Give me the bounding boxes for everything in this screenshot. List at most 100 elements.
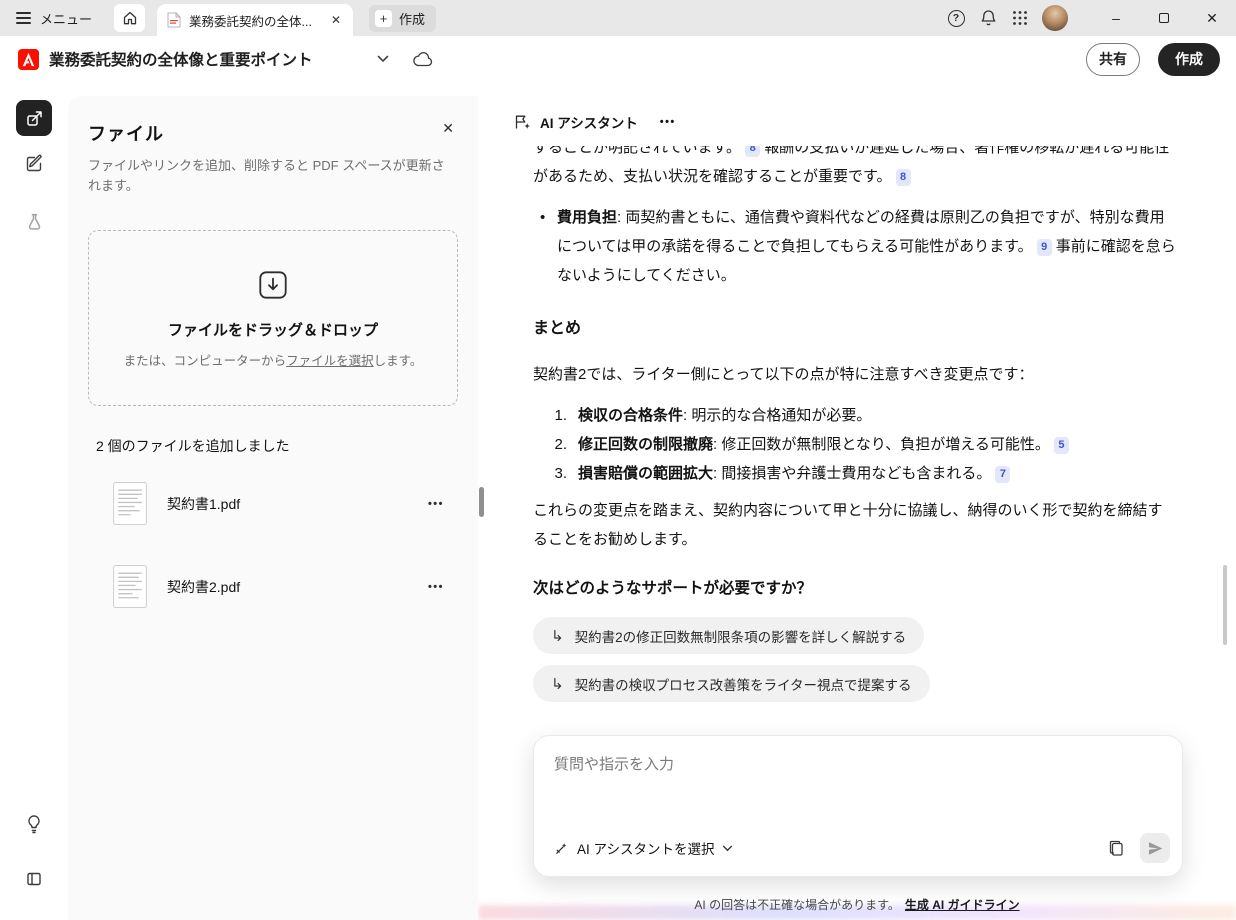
list-text: 検収の合格条件: 明示的な合格通知が必要。 xyxy=(578,401,871,430)
file-dropzone[interactable]: ファイルをドラッグ＆ドロップ または、コンピューターからファイルを選択します。 xyxy=(88,230,458,406)
send-icon xyxy=(1147,840,1164,857)
list-text: 損害賠償の範囲拡大: 間接損害や弁護士費用なども含まれる。7 xyxy=(578,459,1014,488)
main-area: ファイル ✕ ファイルやリンクを追加、削除すると PDF スペースが更新されます… xyxy=(0,82,1236,920)
titlebar: メニュー 業務委託契約の全体... ✕ + 作成 ? xyxy=(0,0,1236,36)
bullet-text: 費用負担: 両契約書ともに、通信費や資料代などの経費は原則乙の負担ですが、特別な… xyxy=(557,203,1176,290)
spaces-icon xyxy=(25,109,44,128)
ai-disclaimer: AI の回答は不正確な場合があります。生成 AI ガイドライン xyxy=(478,896,1236,913)
assistant-selector[interactable]: AI アシスタントを選択 xyxy=(554,838,733,858)
chip-label: 契約書2の修正回数無制限条項の影響を詳しく解説する xyxy=(575,626,907,646)
list-number: 1. xyxy=(533,401,567,430)
guideline-link[interactable]: 生成 AI ガイドライン xyxy=(905,898,1020,912)
files-added-count: 2 個のファイルを追加しました xyxy=(96,436,458,456)
rail-labs-button[interactable] xyxy=(16,203,52,239)
rail-spaces-button[interactable] xyxy=(16,100,52,136)
dropzone-sub-suffix: します。 xyxy=(374,354,423,368)
share-label: 共有 xyxy=(1099,49,1127,69)
list-text: 修正回数の制限撤廃: 修正回数が無制限となり、負担が増える可能性。5 xyxy=(578,430,1073,459)
send-button[interactable] xyxy=(1140,833,1170,863)
followup-heading: 次はどのようなサポートが必要ですか？ xyxy=(533,574,1176,603)
rail-bottom xyxy=(16,806,52,920)
file-row[interactable]: 契約書2.pdf ••• xyxy=(113,565,444,608)
apps-button[interactable] xyxy=(1004,2,1036,34)
list-number: 2. xyxy=(533,430,567,459)
files-panel: ファイル ✕ ファイルやリンクを追加、削除すると PDF スペースが更新されます… xyxy=(68,96,478,920)
suggestion-chip[interactable]: ↳ 契約書2の修正回数無制限条項の影響を詳しく解説する xyxy=(533,617,924,654)
list-number: 3. xyxy=(533,459,567,488)
file-import-icon xyxy=(255,267,291,303)
file-more-icon[interactable]: ••• xyxy=(428,498,444,510)
dropzone-subtitle: または、コンピューターからファイルを選択します。 xyxy=(124,350,423,369)
pdf-thumbnail xyxy=(113,565,147,608)
toolbar-right: 共有 作成 xyxy=(1086,43,1220,76)
tab-close-icon[interactable]: ✕ xyxy=(329,13,343,27)
copy-plus-icon[interactable] xyxy=(1104,836,1128,860)
cloud-save-icon[interactable] xyxy=(411,50,436,69)
prompt-input[interactable] xyxy=(554,756,1162,773)
share-button[interactable]: 共有 xyxy=(1086,43,1140,76)
help-icon: ? xyxy=(948,10,965,27)
choose-file-link[interactable]: ファイルを選択 xyxy=(286,354,374,368)
list-term: 修正回数の制限撤廃 xyxy=(578,436,713,453)
panel-resize-handle[interactable] xyxy=(479,487,484,517)
bell-icon xyxy=(980,9,997,27)
rail-compose-button[interactable] xyxy=(16,145,52,181)
document-tab[interactable]: 業務委託契約の全体... ✕ xyxy=(157,4,353,36)
file-name: 契約書1.pdf xyxy=(167,494,240,514)
files-panel-close-icon[interactable]: ✕ xyxy=(438,120,458,137)
app-window: メニュー 業務委託契約の全体... ✕ + 作成 ? xyxy=(0,0,1236,920)
citation-badge[interactable]: 5 xyxy=(1054,437,1069,454)
file-more-icon[interactable]: ••• xyxy=(428,581,444,593)
window-close-icon: ✕ xyxy=(1206,10,1218,27)
document-tab-title: 業務委託契約の全体... xyxy=(189,11,321,30)
ai-assistant-icon xyxy=(513,113,531,131)
chat-scrollbar[interactable] xyxy=(1223,565,1227,645)
menu-button[interactable]: メニュー xyxy=(12,5,96,32)
response-text: : 間接損害や弁護士費用なども含まれる。 xyxy=(713,465,991,482)
input-card-bottom: AI アシスタントを選択 xyxy=(554,833,1170,863)
ai-model-select-icon xyxy=(554,841,569,856)
response-text: : 修正回数が無制限となり、負担が増える可能性。 xyxy=(713,436,1050,453)
list-item: 1. 検収の合格条件: 明示的な合格通知が必要。 xyxy=(533,401,1176,430)
plus-icon: + xyxy=(375,10,392,27)
list-item: 2. 修正回数の制限撤廃: 修正回数が無制限となり、負担が増える可能性。5 xyxy=(533,430,1176,459)
rail-panel-toggle-button[interactable] xyxy=(16,861,52,897)
acrobat-logo-icon xyxy=(18,49,39,70)
notifications-button[interactable] xyxy=(972,2,1004,34)
apps-grid-icon xyxy=(1012,10,1028,26)
create-tab-label: 作成 xyxy=(399,9,425,28)
file-name: 契約書2.pdf xyxy=(167,577,240,597)
numbered-list: 1. 検収の合格条件: 明示的な合格通知が必要。 2. 修正回数の制限撤廃: 修… xyxy=(533,401,1176,488)
user-avatar[interactable] xyxy=(1042,5,1068,31)
assistant-more-icon[interactable]: ••• xyxy=(660,116,676,128)
document-tab-icon xyxy=(167,12,181,28)
files-panel-header: ファイル ✕ xyxy=(88,120,458,146)
chip-arrow-icon: ↳ xyxy=(551,627,564,645)
home-icon xyxy=(122,10,138,26)
labs-icon xyxy=(25,212,44,231)
window-close-button[interactable]: ✕ xyxy=(1188,0,1236,36)
rail-suggestions-button[interactable] xyxy=(16,806,52,842)
pdf-thumbnail xyxy=(113,482,147,525)
new-tab-create-button[interactable]: + 作成 xyxy=(369,5,436,32)
suggestion-chip[interactable]: ↳ 契約書の検収プロセス改善策をライター視点で提案する xyxy=(533,665,930,702)
citation-badge[interactable]: 7 xyxy=(995,466,1010,483)
window-minimize-button[interactable]: – xyxy=(1092,0,1140,36)
title-chevron-down-icon[interactable] xyxy=(373,51,393,67)
help-button[interactable]: ? xyxy=(940,2,972,34)
citation-badge[interactable]: 8 xyxy=(896,169,911,186)
response-text: することが明記されています。 xyxy=(533,146,741,156)
summary-heading: まとめ xyxy=(533,314,1176,343)
left-rail xyxy=(0,82,68,920)
response-text: : 明示的な合格通知が必要。 xyxy=(683,407,871,424)
assistant-header-title: AI アシスタント xyxy=(540,112,638,132)
assistant-response: することが明記されています。8報酬の支払いが遅延した場合、著作権の移転が遅れる可… xyxy=(478,146,1222,712)
home-tab[interactable] xyxy=(114,4,145,32)
file-row[interactable]: 契約書1.pdf ••• xyxy=(113,482,444,525)
prompt-input-card: AI アシスタントを選択 xyxy=(533,735,1183,877)
citation-badge[interactable]: 9 xyxy=(1037,239,1052,256)
window-maximize-button[interactable] xyxy=(1140,0,1188,36)
create-button[interactable]: 作成 xyxy=(1158,43,1220,76)
suggestion-chips: ↳ 契約書2の修正回数無制限条項の影響を詳しく解説する ↳ 契約書の検収プロセス… xyxy=(533,617,1176,702)
citation-badge[interactable]: 8 xyxy=(745,146,760,157)
